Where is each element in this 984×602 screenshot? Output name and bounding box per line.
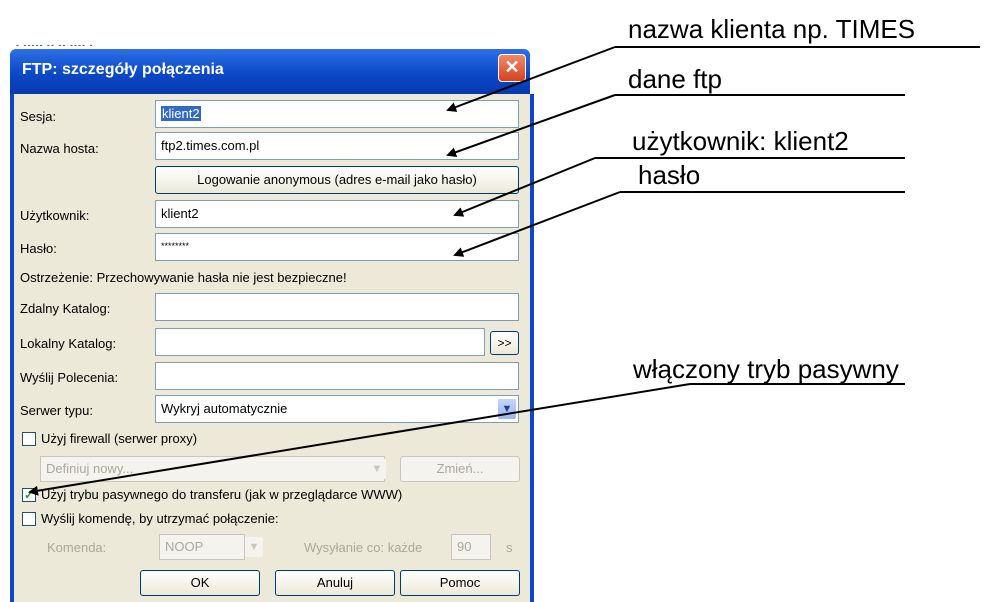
annotation-arrows	[28, 46, 980, 496]
arrow-client-name	[446, 46, 616, 112]
arrow-user	[453, 157, 596, 217]
arrow-ftp-data	[446, 94, 616, 158]
arrow-passive	[28, 383, 691, 496]
arrow-password	[453, 191, 621, 257]
